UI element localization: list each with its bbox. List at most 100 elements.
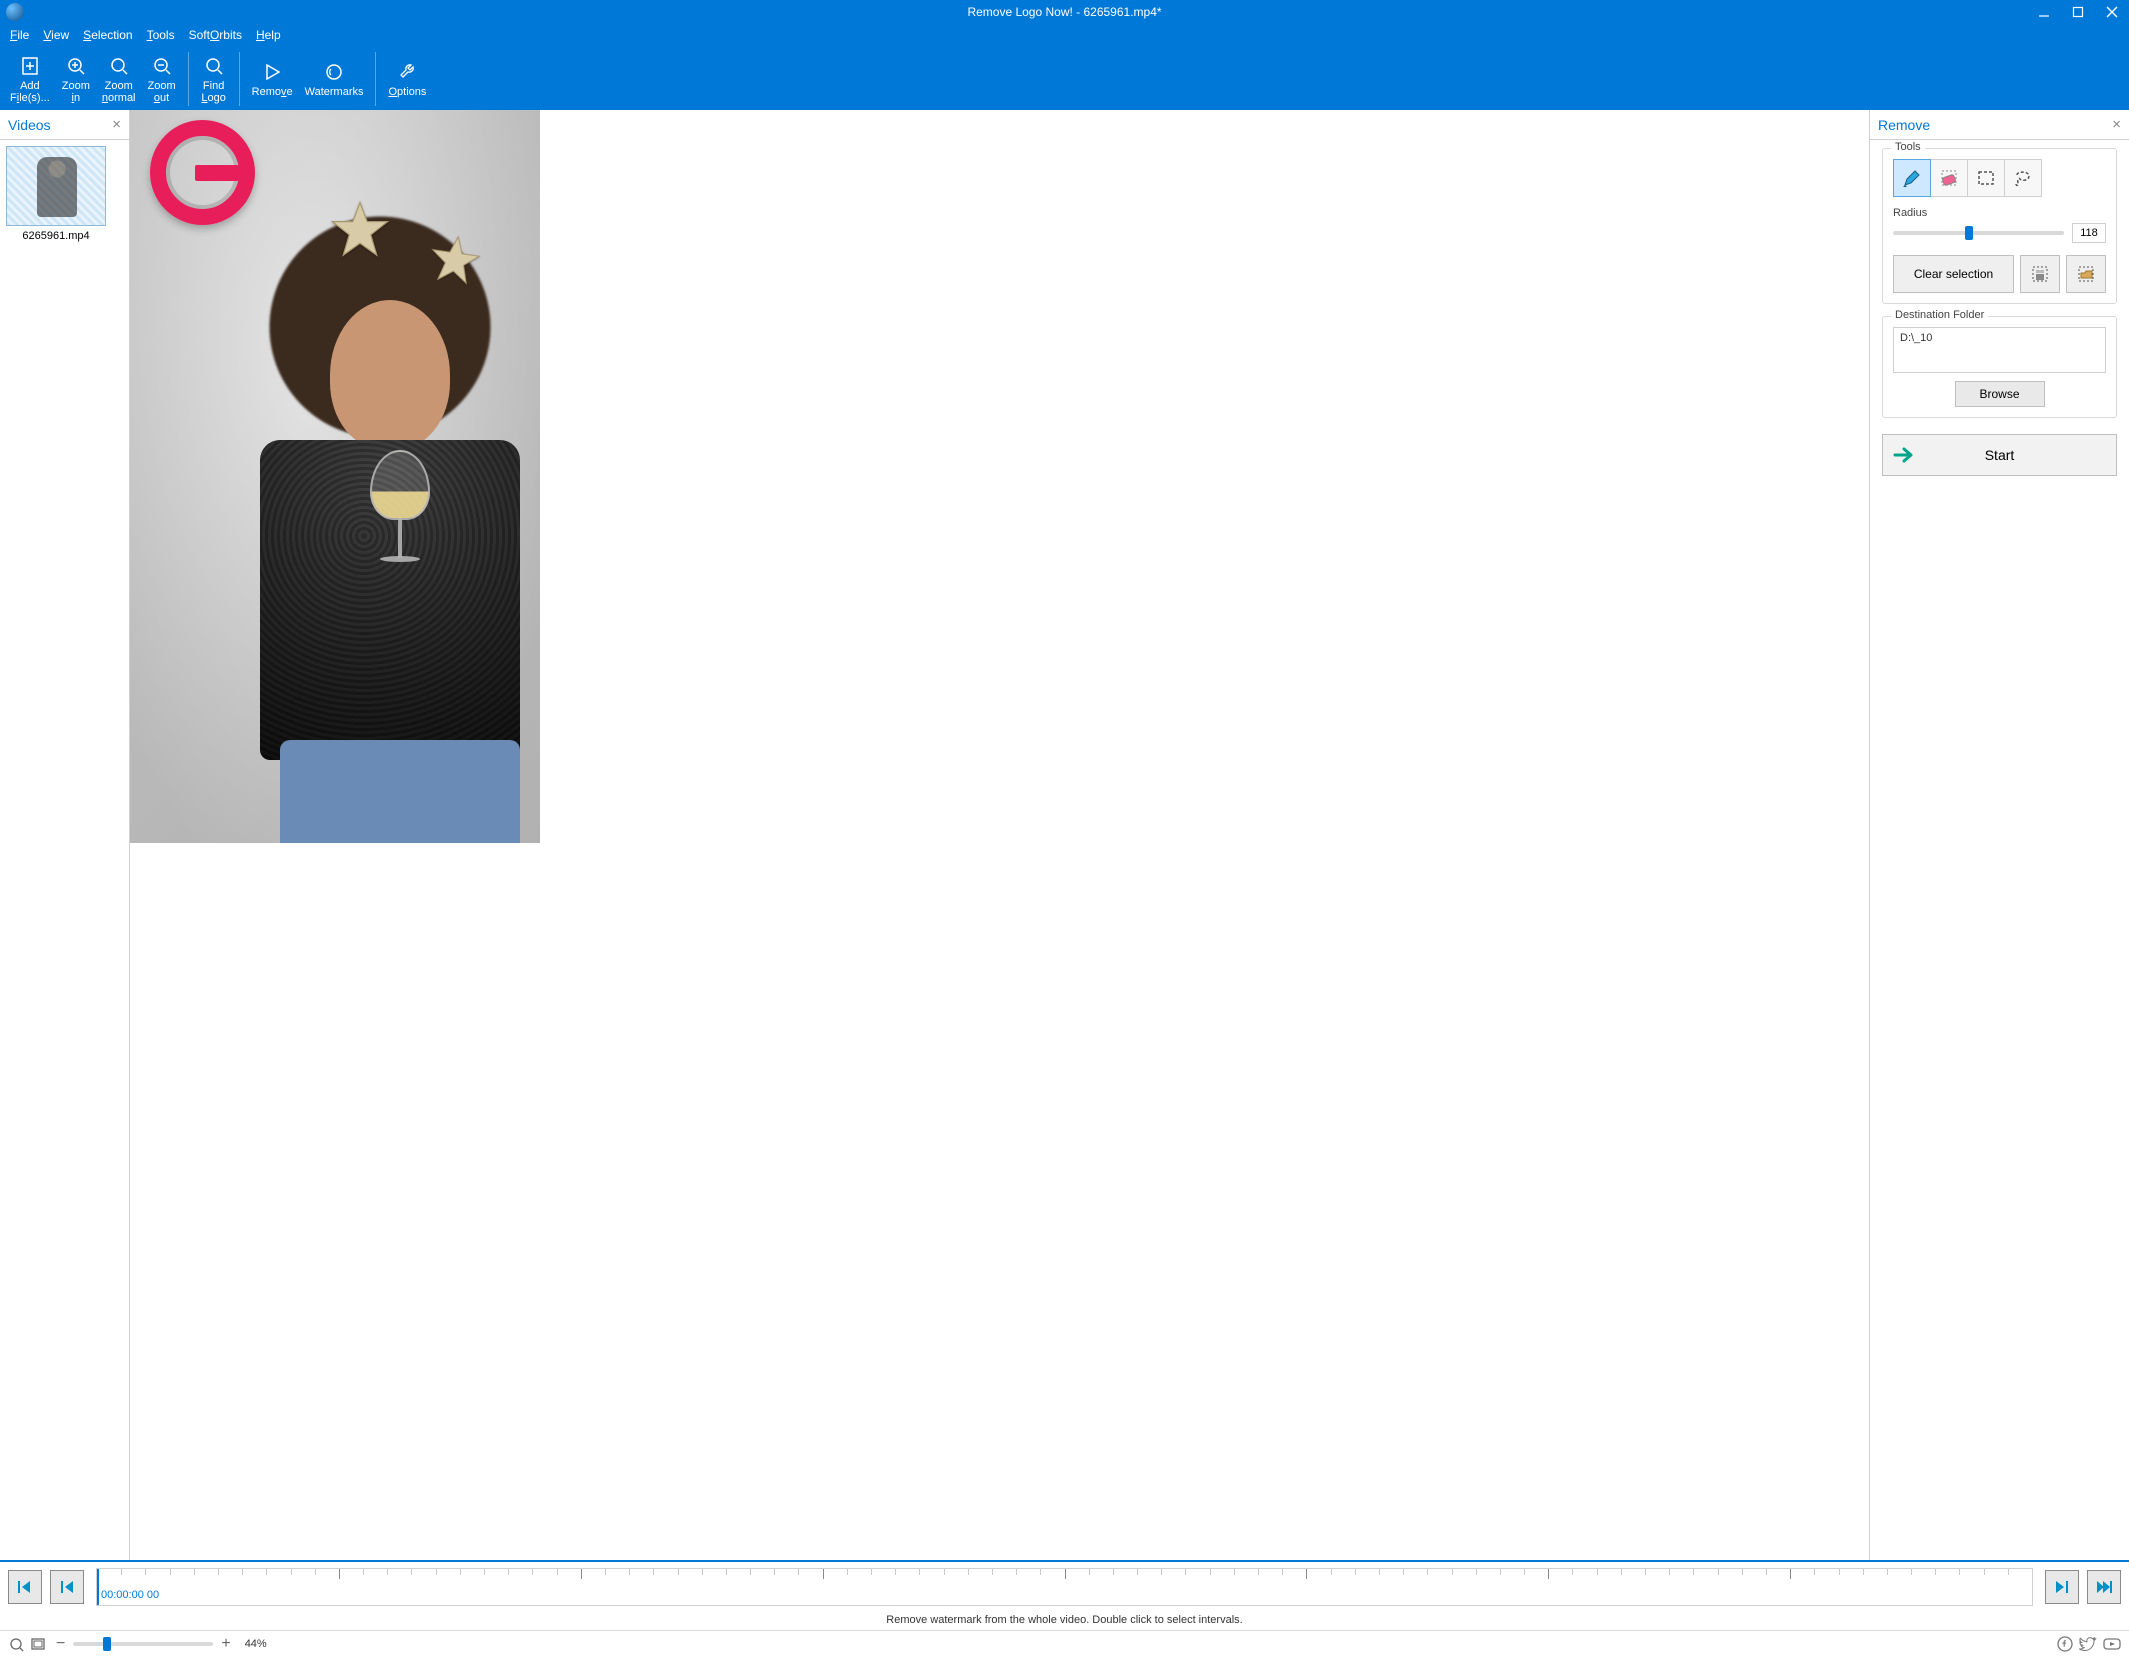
- zoom-percent: 44%: [245, 1638, 267, 1650]
- window-title: Remove Logo Now! - 6265961.mp4*: [967, 5, 1161, 19]
- star-decoration: [426, 231, 484, 289]
- video-thumb-name: 6265961.mp4: [22, 230, 89, 242]
- fit-window-icon[interactable]: [8, 1636, 24, 1652]
- playhead[interactable]: [97, 1569, 99, 1605]
- toolbar: AddFile(s)... Zoomin Zoomnormal Zoomout: [0, 46, 2129, 110]
- menu-bar: File View Selection Tools SoftOrbits Hel…: [0, 24, 2129, 46]
- watermark-icon: [324, 60, 344, 84]
- watermarks-button[interactable]: Watermarks: [299, 48, 370, 110]
- title-bar: Remove Logo Now! - 6265961.mp4*: [0, 0, 2129, 24]
- tools-legend: Tools: [1891, 141, 1925, 153]
- start-label: Start: [1985, 447, 2015, 463]
- zoom-minus-icon[interactable]: −: [56, 1636, 65, 1652]
- radius-slider[interactable]: [1893, 231, 2064, 235]
- close-icon: [2106, 6, 2118, 18]
- preview-canvas: [130, 110, 540, 843]
- jump-end-button[interactable]: [2087, 1570, 2121, 1604]
- radius-value[interactable]: 118: [2072, 223, 2106, 243]
- start-arrow-icon: [1893, 446, 1915, 464]
- video-thumb-list: 6265961.mp4: [0, 140, 129, 248]
- twitter-icon[interactable]: [2079, 1636, 2097, 1652]
- radius-label: Radius: [1893, 207, 2106, 219]
- destination-group: Destination Folder D:\_10 Browse: [1882, 316, 2117, 418]
- step-back-button[interactable]: [50, 1570, 84, 1604]
- save-selection-icon: [2030, 264, 2050, 284]
- tools-group: Tools Radius 118: [1882, 148, 2117, 304]
- find-logo-button[interactable]: FindLogo: [195, 48, 233, 110]
- facebook-icon[interactable]: [2057, 1636, 2073, 1652]
- videos-panel: Videos × 6265961.mp4: [0, 110, 130, 1560]
- save-selection-button[interactable]: [2020, 255, 2060, 293]
- zoom-normal-icon: [109, 54, 129, 78]
- maximize-icon: [2072, 6, 2084, 18]
- options-button[interactable]: Options: [382, 48, 432, 110]
- actual-size-icon[interactable]: [30, 1636, 46, 1652]
- start-button[interactable]: Start: [1882, 434, 2117, 476]
- browse-button[interactable]: Browse: [1955, 381, 2045, 407]
- videos-panel-title: Videos: [8, 117, 51, 133]
- video-thumb[interactable]: 6265961.mp4: [6, 146, 106, 242]
- youtube-icon[interactable]: [2103, 1636, 2121, 1652]
- eraser-icon: [1938, 167, 1960, 189]
- destination-path[interactable]: D:\_10: [1893, 327, 2106, 373]
- menu-file[interactable]: File: [10, 28, 29, 42]
- remove-panel: Remove × Tools Radius: [1869, 110, 2129, 1560]
- preview-area[interactable]: [130, 110, 1869, 1560]
- timeline-hint: Remove watermark from the whole video. D…: [0, 1612, 2129, 1630]
- timeline-track[interactable]: 00:00:00 00: [96, 1568, 2033, 1606]
- window-controls: [2027, 0, 2129, 24]
- clear-selection-button[interactable]: Clear selection: [1893, 255, 2014, 293]
- minimize-icon: [2038, 6, 2050, 18]
- marker-tool-button[interactable]: [1893, 159, 1931, 197]
- eraser-tool-button[interactable]: [1930, 159, 1968, 197]
- menu-help[interactable]: Help: [256, 28, 281, 42]
- step-forward-button[interactable]: [2045, 1570, 2079, 1604]
- zoom-out-icon: [152, 54, 172, 78]
- watermark-logo: [150, 120, 255, 225]
- add-file-icon: [20, 54, 40, 78]
- zoom-slider[interactable]: [73, 1642, 213, 1646]
- load-selection-icon: [2076, 264, 2096, 284]
- menu-tools[interactable]: Tools: [147, 28, 175, 42]
- step-back-icon: [58, 1578, 76, 1596]
- remove-panel-header: Remove ×: [1870, 110, 2129, 140]
- menu-selection[interactable]: Selection: [83, 28, 132, 42]
- remove-panel-close[interactable]: ×: [2112, 116, 2121, 133]
- timecode: 00:00:00 00: [101, 1589, 159, 1601]
- minimize-button[interactable]: [2027, 0, 2061, 24]
- video-thumb-image: [6, 146, 106, 226]
- step-forward-icon: [2053, 1578, 2071, 1596]
- add-files-button[interactable]: AddFile(s)...: [4, 48, 56, 110]
- jump-start-button[interactable]: [8, 1570, 42, 1604]
- wrench-icon: [397, 60, 417, 84]
- find-logo-icon: [204, 54, 224, 78]
- jump-start-icon: [16, 1578, 34, 1596]
- rectangle-tool-button[interactable]: [1967, 159, 2005, 197]
- zoom-in-icon: [66, 54, 86, 78]
- status-bar: − + 44%: [0, 1630, 2129, 1656]
- maximize-button[interactable]: [2061, 0, 2095, 24]
- close-button[interactable]: [2095, 0, 2129, 24]
- jump-end-icon: [2095, 1578, 2113, 1596]
- zoom-plus-icon[interactable]: +: [221, 1636, 230, 1652]
- star-decoration: [330, 200, 390, 260]
- remove-panel-title: Remove: [1878, 117, 1930, 133]
- rectangle-select-icon: [1975, 167, 1997, 189]
- zoom-normal-button[interactable]: Zoomnormal: [96, 48, 142, 110]
- app-icon: [6, 3, 24, 21]
- play-icon: [262, 60, 282, 84]
- remove-button[interactable]: Remove: [246, 48, 299, 110]
- videos-panel-header: Videos ×: [0, 110, 129, 140]
- timeline: 00:00:00 00 Remove watermark from the wh…: [0, 1560, 2129, 1656]
- zoom-out-button[interactable]: Zoomout: [142, 48, 182, 110]
- destination-legend: Destination Folder: [1891, 309, 1988, 321]
- zoom-in-button[interactable]: Zoomin: [56, 48, 96, 110]
- load-selection-button[interactable]: [2066, 255, 2106, 293]
- lasso-tool-button[interactable]: [2004, 159, 2042, 197]
- marker-icon: [1901, 167, 1923, 189]
- menu-view[interactable]: View: [43, 28, 69, 42]
- menu-softorbits[interactable]: SoftOrbits: [189, 28, 242, 42]
- main-area: Videos × 6265961.mp4: [0, 110, 2129, 1560]
- videos-panel-close[interactable]: ×: [112, 116, 121, 133]
- lasso-icon: [2012, 167, 2034, 189]
